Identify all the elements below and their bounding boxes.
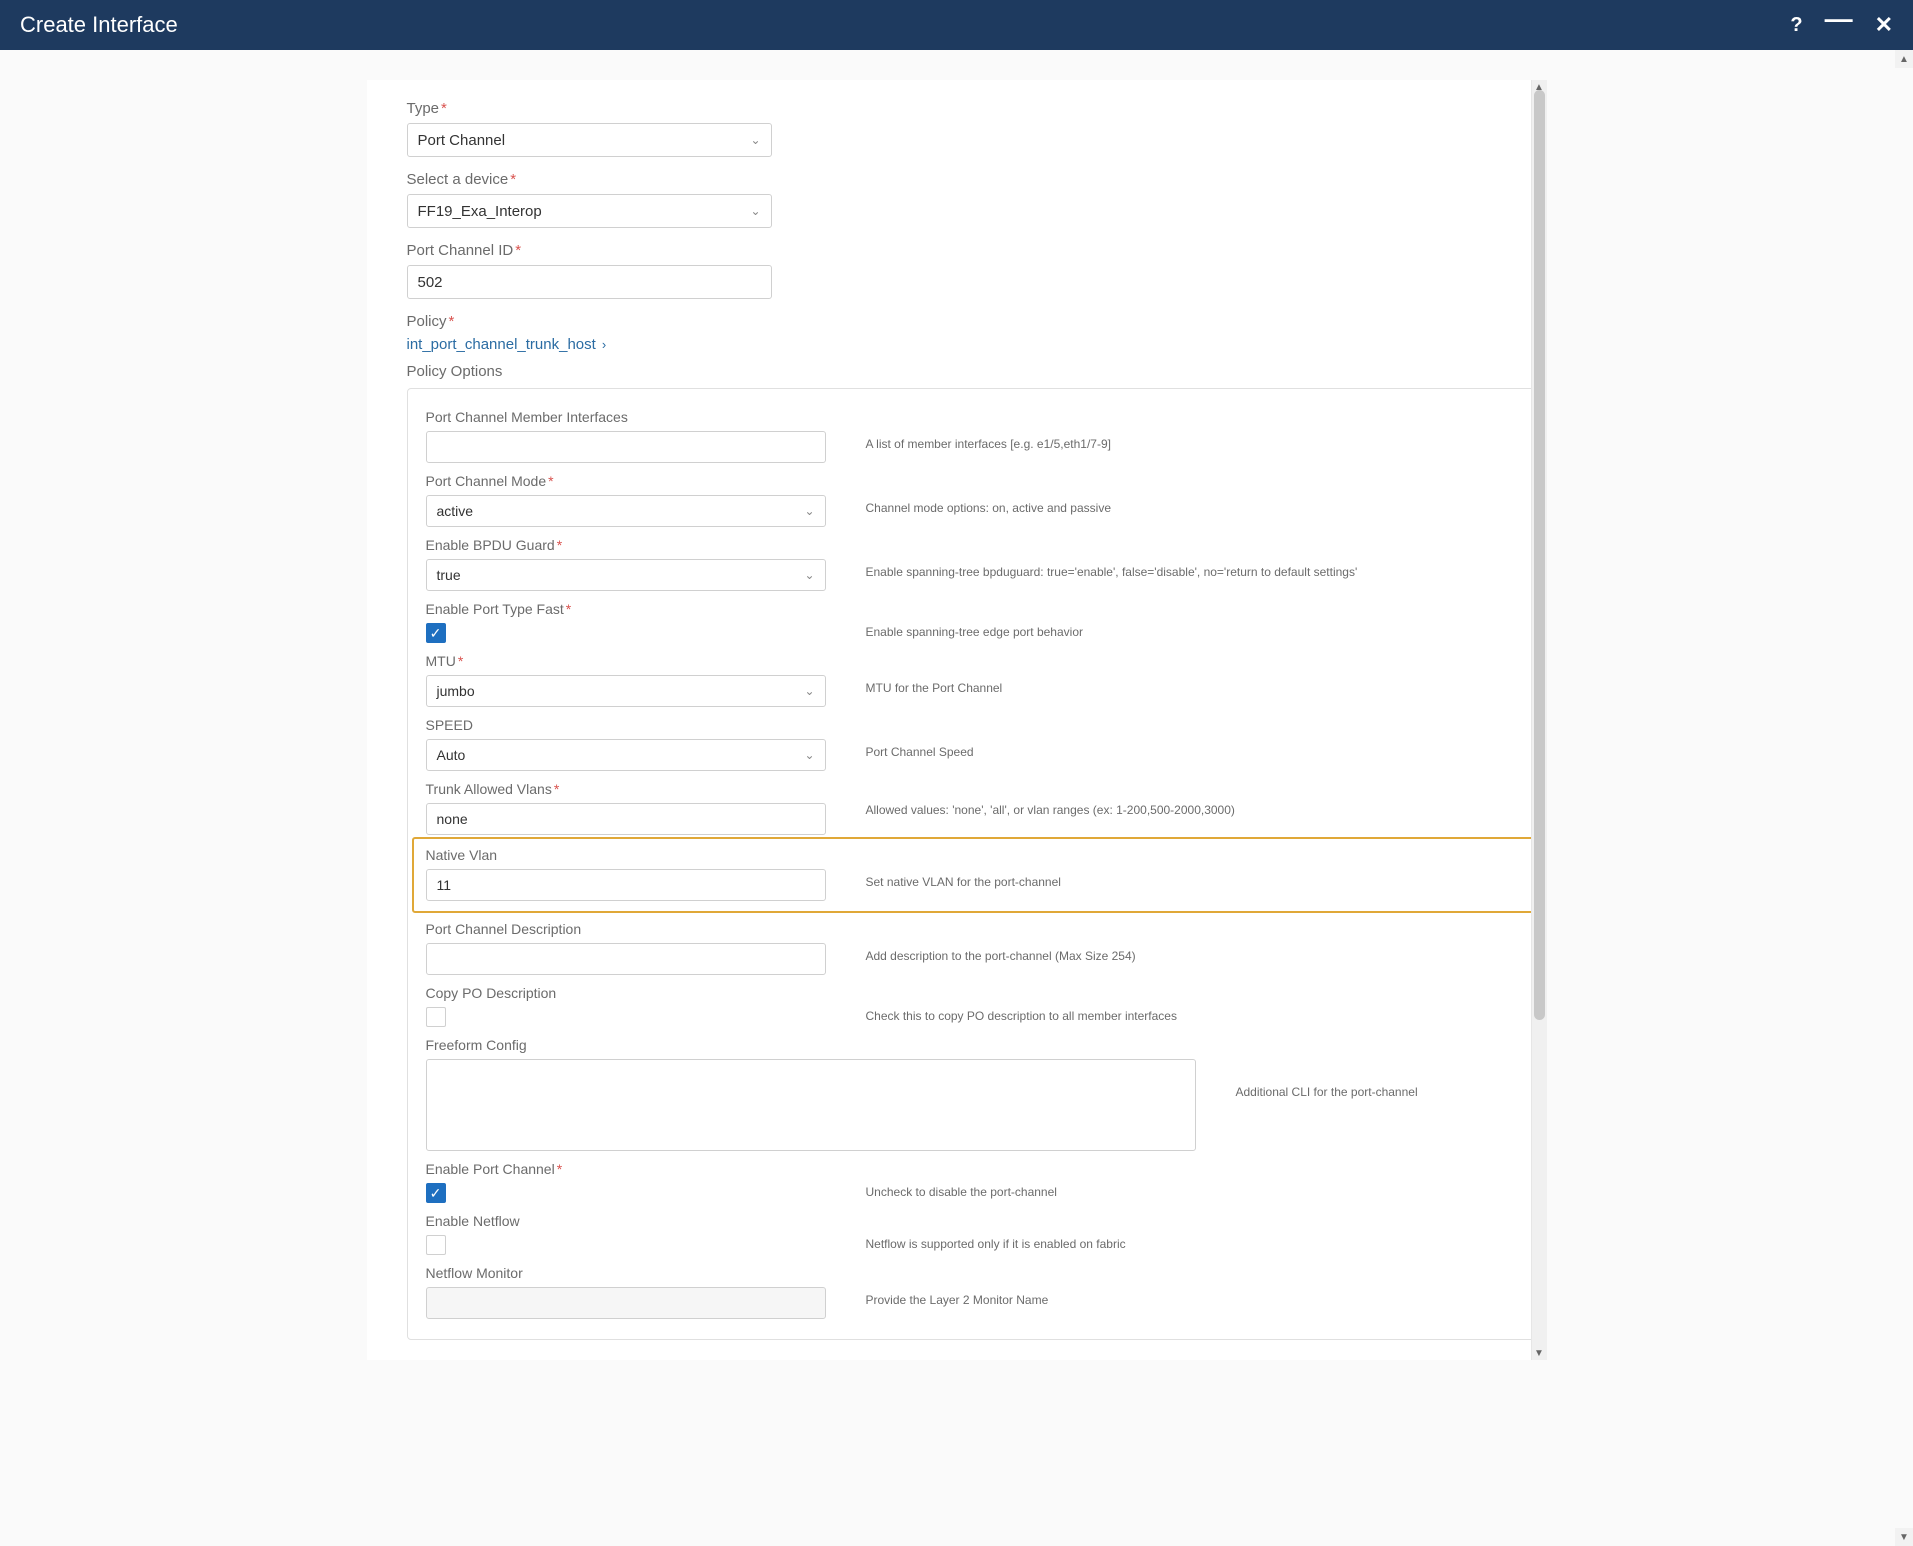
netflow-monitor-input[interactable] [426,1287,826,1319]
pc-description-input[interactable] [426,943,826,975]
help-icon[interactable]: ? [1790,15,1802,35]
copy-po-desc: Check this to copy PO description to all… [866,985,1528,1025]
speed-select[interactable]: Auto ⌄ [426,739,826,771]
window-title: Create Interface [20,12,178,38]
chevron-down-icon: ⌄ [804,684,814,698]
speed-value: Auto [437,747,466,763]
chevron-down-icon: ⌄ [804,748,814,762]
chevron-down-icon: ⌄ [750,133,760,147]
titlebar-controls: ? — ✕ [1790,11,1893,39]
port-type-fast-desc: Enable spanning-tree edge port behavior [866,601,1528,641]
port-type-fast-checkbox[interactable]: ✓ [426,623,446,643]
port-type-fast-label: Enable Port Type Fast [426,601,866,617]
freeform-textarea[interactable] [426,1059,1196,1151]
device-label: Select a device [407,171,517,188]
enable-netflow-checkbox[interactable] [426,1235,446,1255]
enable-netflow-label: Enable Netflow [426,1213,866,1229]
policy-options-label: Policy Options [407,363,1527,380]
pcid-label: Port Channel ID [407,242,522,259]
panel-scrollbar[interactable]: ▲ ▼ [1531,80,1547,1360]
native-vlan-label: Native Vlan [426,847,866,863]
enable-port-channel-label: Enable Port Channel [426,1161,866,1177]
mode-select[interactable]: active ⌄ [426,495,826,527]
members-input[interactable] [426,431,826,463]
chevron-down-icon: ⌄ [750,204,760,218]
type-label: Type [407,100,447,117]
titlebar: Create Interface ? — ✕ [0,0,1913,50]
mtu-desc: MTU for the Port Channel [866,653,1528,697]
copy-po-checkbox[interactable] [426,1007,446,1027]
bpdu-desc: Enable spanning-tree bpduguard: true='en… [866,537,1528,581]
viewport: ▲ ▼ ▲ ▼ Type Port Channel ⌄ Select a dev… [0,50,1913,1546]
device-value: FF19_Exa_Interop [418,203,542,220]
mode-desc: Channel mode options: on, active and pas… [866,473,1528,517]
members-desc: A list of member interfaces [e.g. e1/5,e… [866,409,1528,453]
chevron-down-icon: ⌄ [804,568,814,582]
panel-scroll-down-icon[interactable]: ▼ [1532,1346,1547,1360]
policy-link[interactable]: int_port_channel_trunk_host › [407,336,607,353]
close-icon[interactable]: ✕ [1875,14,1893,36]
policy-options-box: Port Channel Member Interfaces A list of… [407,388,1547,1340]
enable-netflow-desc: Netflow is supported only if it is enabl… [866,1213,1528,1253]
bpdu-label: Enable BPDU Guard [426,537,866,553]
mtu-value: jumbo [437,683,475,699]
type-select[interactable]: Port Channel ⌄ [407,123,772,157]
policy-label: Policy [407,313,455,330]
speed-label: SPEED [426,717,866,733]
device-select[interactable]: FF19_Exa_Interop ⌄ [407,194,772,228]
native-vlan-highlight: Native Vlan Set native VLAN for the port… [412,837,1542,913]
members-label: Port Channel Member Interfaces [426,409,866,425]
mode-label: Port Channel Mode [426,473,866,489]
netflow-monitor-desc: Provide the Layer 2 Monitor Name [866,1265,1528,1309]
type-value: Port Channel [418,132,506,149]
bpdu-value: true [437,567,461,583]
chevron-right-icon: › [602,337,606,352]
speed-desc: Port Channel Speed [866,717,1528,761]
form-panel: ▲ ▼ Type Port Channel ⌄ Select a device … [367,80,1547,1360]
mtu-select[interactable]: jumbo ⌄ [426,675,826,707]
native-vlan-input[interactable] [426,869,826,901]
scroll-area: ▲ ▼ Type Port Channel ⌄ Select a device … [0,50,1913,1546]
freeform-label: Freeform Config [426,1037,1216,1053]
freeform-desc: Additional CLI for the port-channel [1216,1037,1528,1101]
bpdu-select[interactable]: true ⌄ [426,559,826,591]
mtu-label: MTU [426,653,866,669]
trunk-allowed-vlans-input[interactable] [426,803,826,835]
trunk-allowed-vlans-desc: Allowed values: 'none', 'all', or vlan r… [866,781,1528,819]
enable-port-channel-checkbox[interactable]: ✓ [426,1183,446,1203]
minimize-icon[interactable]: — [1825,5,1853,33]
copy-po-label: Copy PO Description [426,985,866,1001]
mode-value: active [437,503,474,519]
panel-scroll-thumb[interactable] [1534,90,1545,1020]
chevron-down-icon: ⌄ [804,504,814,518]
pc-description-label: Port Channel Description [426,921,866,937]
policy-link-text: int_port_channel_trunk_host [407,336,596,353]
port-channel-id-input[interactable] [407,265,772,299]
native-vlan-desc: Set native VLAN for the port-channel [866,847,1528,891]
netflow-monitor-label: Netflow Monitor [426,1265,866,1281]
trunk-allowed-vlans-label: Trunk Allowed Vlans [426,781,866,797]
enable-port-channel-desc: Uncheck to disable the port-channel [866,1161,1528,1201]
pc-description-desc: Add description to the port-channel (Max… [866,921,1528,965]
